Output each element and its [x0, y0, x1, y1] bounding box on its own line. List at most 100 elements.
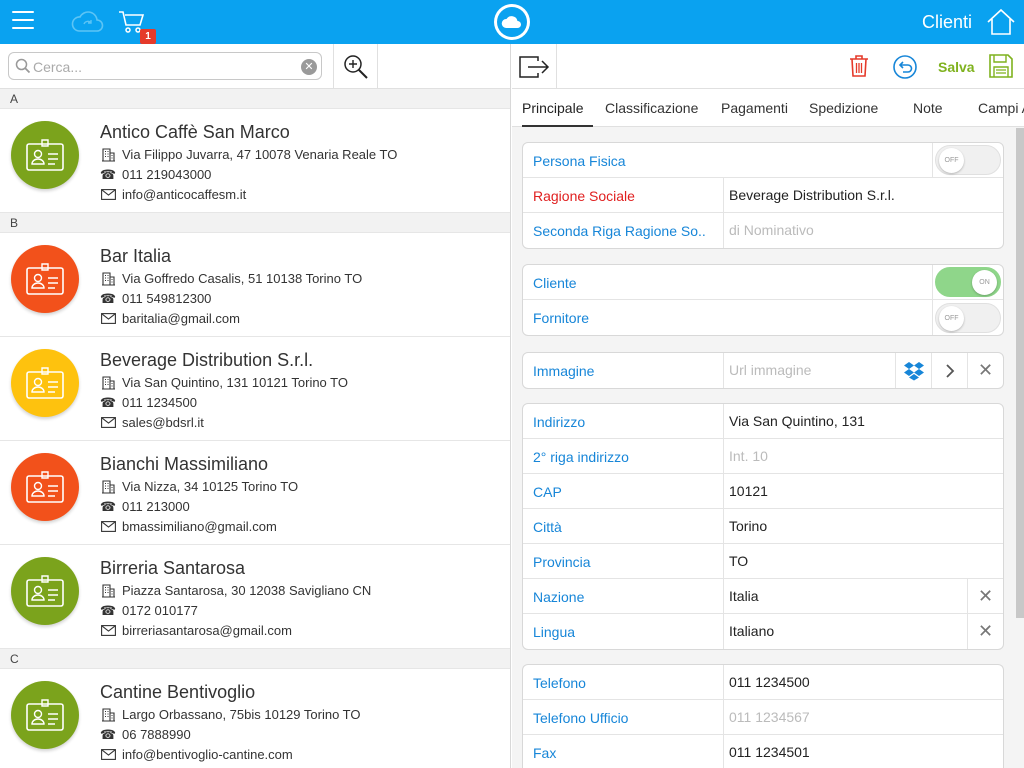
- contact-list-item[interactable]: Cantine Bentivoglio Largo Orbassano, 75bi…: [0, 669, 510, 768]
- cliente-toggle[interactable]: ON: [935, 267, 1001, 297]
- cap-field[interactable]: 10121: [723, 474, 1003, 508]
- indirizzo-field[interactable]: Via San Quintino, 131: [723, 404, 1003, 438]
- tab-pagamenti[interactable]: Pagamenti: [721, 100, 788, 116]
- contact-email-line: bmassimiliano@gmail.com: [100, 519, 277, 534]
- telefono-field[interactable]: 011 1234500: [723, 665, 1003, 699]
- row-indirizzo2: 2° riga indirizzo Int. 10: [523, 439, 1003, 474]
- tab-note[interactable]: Note: [913, 100, 943, 116]
- contact-phone-line: ☎ 011 1234500: [100, 395, 197, 410]
- card-anagrafica: Persona Fisica OFF Ragione Sociale Bever…: [522, 142, 1004, 249]
- telefono-ufficio-field[interactable]: 011 1234567: [723, 700, 1003, 734]
- contact-address: Piazza Santarosa, 30 12038 Savigliano CN: [122, 583, 372, 598]
- row-indirizzo: Indirizzo Via San Quintino, 131: [523, 404, 1003, 439]
- section-header: B: [0, 213, 510, 233]
- tab-campi-aggiuntivi[interactable]: Campi A: [978, 100, 1024, 116]
- nazione-field[interactable]: Italia: [723, 579, 1003, 613]
- contact-address-line: Via Goffredo Casalis, 51 10138 Torino TO: [100, 271, 362, 286]
- floppy-icon[interactable]: [988, 53, 1014, 84]
- clear-lingua-icon[interactable]: ✕: [967, 614, 1003, 649]
- detail-tabs: Principale Classificazione Pagamenti Spe…: [512, 89, 1024, 127]
- citta-label: Città: [533, 519, 562, 535]
- contact-email-line: baritalia@gmail.com: [100, 311, 240, 326]
- tab-principale[interactable]: Principale: [522, 100, 583, 116]
- contact-email: info@anticocaffesm.it: [122, 187, 247, 202]
- home-icon[interactable]: [986, 8, 1016, 41]
- fax-label: Fax: [533, 745, 557, 761]
- seconda-riga-label: Seconda Riga Ragione So..: [533, 223, 706, 239]
- cloud-sync-icon[interactable]: [70, 9, 106, 40]
- provincia-field[interactable]: TO: [723, 544, 1003, 578]
- contact-address: Via San Quintino, 131 10121 Torino TO: [122, 375, 348, 390]
- row-provincia: Provincia TO: [523, 544, 1003, 579]
- contact-name: Antico Caffè San Marco: [100, 122, 290, 142]
- scrollbar[interactable]: [1016, 128, 1024, 618]
- fax-field[interactable]: 011 1234501: [723, 735, 1003, 768]
- contact-name: Cantine Bentivoglio: [100, 682, 256, 702]
- contact-list-item[interactable]: Beverage Distribution S.r.l. Via San Quin…: [0, 337, 510, 441]
- citta-field[interactable]: Torino: [723, 509, 1003, 543]
- active-tab-indicator: [522, 125, 593, 127]
- clear-search-icon[interactable]: ✕: [301, 59, 317, 75]
- search-row: ✕: [0, 44, 510, 89]
- zoom-in-icon[interactable]: [333, 44, 378, 89]
- tab-classificazione[interactable]: Classificazione: [605, 100, 698, 116]
- mail-icon: [100, 625, 116, 636]
- contact-address-line: Piazza Santarosa, 30 12038 Savigliano CN: [100, 583, 371, 598]
- row-immagine: Immagine Url immagine ✕: [523, 353, 1003, 388]
- save-label-button[interactable]: Salva: [938, 59, 975, 75]
- contact-phone: 011 213000: [122, 499, 190, 514]
- dropbox-icon[interactable]: [895, 353, 931, 388]
- clear-nazione-icon[interactable]: ✕: [967, 579, 1003, 613]
- clear-image-icon[interactable]: ✕: [967, 353, 1003, 388]
- lingua-field[interactable]: Italiano: [723, 614, 1003, 649]
- row-nazione: Nazione Italia ✕: [523, 579, 1003, 614]
- chevron-right-icon[interactable]: [931, 353, 967, 388]
- contact-card-icon: [11, 349, 79, 417]
- contact-name: Beverage Distribution S.r.l.: [100, 350, 314, 370]
- row-citta: Città Torino: [523, 509, 1003, 544]
- contact-phone: 06 7888990: [122, 727, 191, 742]
- tab-spedizione[interactable]: Spedizione: [809, 100, 878, 116]
- fornitore-toggle[interactable]: OFF: [935, 302, 1001, 333]
- contact-name: Birreria Santarosa: [100, 558, 246, 578]
- cliente-toggle-cell: ON: [932, 265, 1003, 299]
- building-icon: [100, 707, 116, 722]
- cart-count-badge: 1: [140, 29, 156, 44]
- contact-list-item[interactable]: Antico Caffè San Marco Via Filippo Juvarr…: [0, 109, 510, 213]
- contact-card-icon: [11, 121, 79, 189]
- trash-icon[interactable]: [848, 54, 870, 83]
- card-immagine: Immagine Url immagine ✕: [522, 352, 1004, 389]
- ragione-sociale-field[interactable]: Beverage Distribution S.r.l.: [723, 178, 1003, 212]
- contact-list-item[interactable]: Birreria Santarosa Piazza Santarosa, 30 1…: [0, 545, 510, 649]
- mail-icon: [100, 313, 116, 324]
- contact-list-item[interactable]: Bar Italia Via Goffredo Casalis, 51 10138…: [0, 233, 510, 337]
- contact-phone-line: ☎ 06 7888990: [100, 727, 191, 742]
- building-icon: [100, 147, 116, 162]
- mail-icon: [100, 189, 116, 200]
- contact-list-item[interactable]: Bianchi Massimiliano Via Nizza, 34 10125 …: [0, 441, 510, 545]
- undo-icon[interactable]: [892, 54, 918, 85]
- row-fornitore: Fornitore OFF: [523, 300, 1003, 335]
- search-input[interactable]: [33, 57, 293, 77]
- contact-card-icon: [11, 681, 79, 749]
- mail-icon: [100, 417, 116, 428]
- contact-phone-line: ☎ 011 219043000: [99, 167, 212, 182]
- contact-card-icon: [11, 453, 79, 521]
- seconda-riga-field[interactable]: di Nominativo: [723, 213, 1003, 248]
- persona-fisica-toggle[interactable]: OFF: [935, 145, 1001, 175]
- row-lingua: Lingua Italiano ✕: [523, 614, 1003, 649]
- cap-label: CAP: [533, 484, 562, 500]
- toggle-state: OFF: [939, 148, 964, 173]
- card-tipologia: Cliente ON Fornitore OFF: [522, 264, 1004, 336]
- hamburger-menu-icon[interactable]: [12, 11, 34, 31]
- row-telefono: Telefono 011 1234500: [523, 665, 1003, 700]
- indirizzo-label: Indirizzo: [533, 414, 586, 430]
- indirizzo2-field[interactable]: Int. 10: [723, 439, 1003, 473]
- phone-icon: ☎: [99, 167, 117, 182]
- building-icon: [100, 271, 116, 286]
- row-cliente: Cliente ON: [523, 265, 1003, 300]
- persona-fisica-label: Persona Fisica: [533, 153, 626, 169]
- phone-icon: ☎: [99, 291, 117, 306]
- exit-icon[interactable]: [512, 44, 557, 89]
- contact-address-line: Via San Quintino, 131 10121 Torino TO: [100, 375, 348, 390]
